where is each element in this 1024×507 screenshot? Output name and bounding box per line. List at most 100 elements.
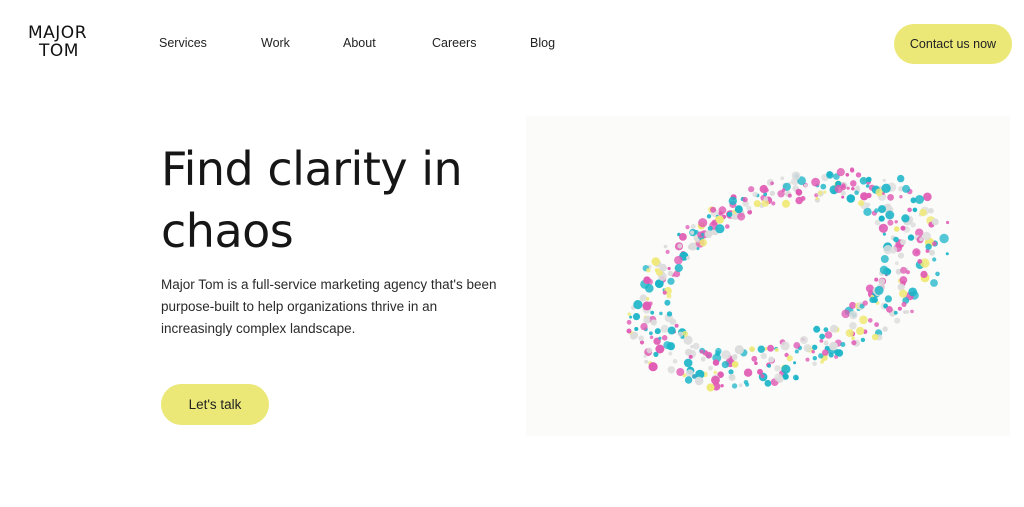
decorative-dot bbox=[776, 375, 784, 383]
decorative-dot bbox=[649, 331, 653, 336]
decorative-dot bbox=[645, 284, 654, 293]
decorative-dot bbox=[860, 337, 866, 343]
decorative-dot bbox=[644, 359, 649, 364]
decorative-dot bbox=[812, 361, 817, 367]
decorative-dot bbox=[787, 193, 792, 198]
decorative-dot bbox=[643, 276, 651, 284]
decorative-dot bbox=[780, 341, 790, 351]
decorative-dot bbox=[823, 340, 829, 346]
decorative-dot bbox=[819, 333, 825, 340]
decorative-dot bbox=[676, 368, 685, 376]
major-tom-logo[interactable]: MAJOR TOM bbox=[28, 24, 98, 60]
decorative-dot bbox=[725, 224, 730, 229]
decorative-dot bbox=[910, 222, 916, 228]
decorative-dot bbox=[687, 244, 694, 250]
decorative-dot bbox=[629, 332, 637, 340]
nav-item-blog[interactable]: Blog bbox=[530, 36, 555, 50]
decorative-dot bbox=[683, 358, 693, 368]
decorative-dot bbox=[667, 266, 671, 271]
decorative-dot bbox=[771, 201, 776, 206]
decorative-dot bbox=[738, 383, 743, 388]
decorative-dot bbox=[899, 276, 908, 284]
decorative-dot bbox=[713, 370, 718, 375]
decorative-dot bbox=[649, 335, 654, 340]
decorative-dot bbox=[920, 270, 928, 278]
nav-item-about[interactable]: About bbox=[343, 36, 376, 50]
decorative-dot bbox=[774, 365, 781, 372]
decorative-dot bbox=[907, 207, 912, 213]
decorative-dot bbox=[781, 364, 791, 374]
decorative-dot bbox=[767, 364, 771, 368]
nav-item-services[interactable]: Services bbox=[159, 36, 207, 50]
decorative-dot bbox=[639, 294, 647, 302]
decorative-dot bbox=[746, 205, 752, 211]
contact-us-button[interactable]: Contact us now bbox=[894, 24, 1012, 64]
decorative-dot bbox=[759, 184, 768, 194]
decorative-dot bbox=[894, 261, 899, 266]
decorative-dot bbox=[743, 380, 749, 385]
decorative-dot bbox=[664, 299, 671, 306]
decorative-dot bbox=[643, 316, 651, 324]
decorative-dot bbox=[721, 361, 729, 369]
decorative-dot bbox=[706, 214, 712, 219]
decorative-dot bbox=[665, 249, 670, 254]
decorative-dot bbox=[860, 192, 869, 201]
decorative-dot bbox=[850, 168, 855, 173]
decorative-dot bbox=[922, 231, 931, 241]
decorative-dot bbox=[698, 218, 708, 228]
decorative-dot bbox=[667, 277, 675, 285]
decorative-dot bbox=[928, 207, 934, 214]
nav-item-careers[interactable]: Careers bbox=[432, 36, 476, 50]
decorative-dot bbox=[824, 331, 833, 339]
decorative-dot bbox=[822, 349, 829, 356]
lets-talk-button[interactable]: Let's talk bbox=[161, 384, 269, 425]
decorative-dot bbox=[887, 194, 894, 201]
decorative-dot bbox=[731, 383, 738, 389]
decorative-dot bbox=[757, 368, 763, 375]
decorative-dot bbox=[815, 196, 819, 200]
decorative-dot bbox=[734, 345, 744, 355]
decorative-dot bbox=[672, 359, 678, 364]
decorative-dot bbox=[866, 176, 872, 183]
decorative-dot bbox=[668, 351, 673, 356]
decorative-dot bbox=[626, 328, 632, 334]
logo-line-1: MAJOR bbox=[28, 23, 88, 43]
decorative-dot bbox=[880, 255, 889, 263]
decorative-dot bbox=[902, 184, 911, 193]
decorative-dot bbox=[768, 356, 775, 363]
decorative-dot bbox=[767, 344, 775, 352]
decorative-dot bbox=[930, 279, 938, 287]
decorative-dot bbox=[897, 306, 902, 311]
decorative-dot bbox=[651, 257, 660, 266]
decorative-dot bbox=[643, 354, 647, 358]
decorative-dot bbox=[805, 357, 810, 362]
decorative-dot bbox=[720, 384, 724, 388]
decorative-dot bbox=[663, 341, 672, 350]
decorative-dot bbox=[881, 183, 891, 193]
decorative-dot bbox=[632, 313, 641, 321]
decorative-dot bbox=[845, 329, 854, 338]
decorative-dot bbox=[887, 219, 894, 226]
decorative-dot bbox=[889, 246, 898, 254]
decorative-dot bbox=[931, 218, 939, 226]
decorative-dot bbox=[705, 351, 713, 359]
nav-item-work[interactable]: Work bbox=[261, 36, 290, 50]
decorative-dot bbox=[753, 200, 761, 208]
decorative-dot bbox=[850, 180, 857, 187]
decorative-dot bbox=[901, 214, 910, 223]
decorative-dot bbox=[718, 206, 727, 215]
decorative-dot bbox=[650, 319, 657, 326]
decorative-dot bbox=[699, 349, 704, 354]
decorative-dot bbox=[782, 199, 790, 208]
decorative-dot bbox=[659, 263, 667, 272]
decorative-dot bbox=[803, 344, 812, 353]
hero-dot-ring-illustration bbox=[526, 116, 1010, 436]
decorative-dot bbox=[882, 326, 888, 332]
decorative-dot bbox=[791, 171, 801, 180]
decorative-dot bbox=[851, 336, 855, 340]
decorative-dot bbox=[679, 233, 687, 241]
decorative-dot bbox=[829, 341, 838, 351]
decorative-dot bbox=[706, 383, 715, 392]
decorative-dot bbox=[786, 355, 793, 362]
decorative-dot bbox=[626, 319, 632, 325]
